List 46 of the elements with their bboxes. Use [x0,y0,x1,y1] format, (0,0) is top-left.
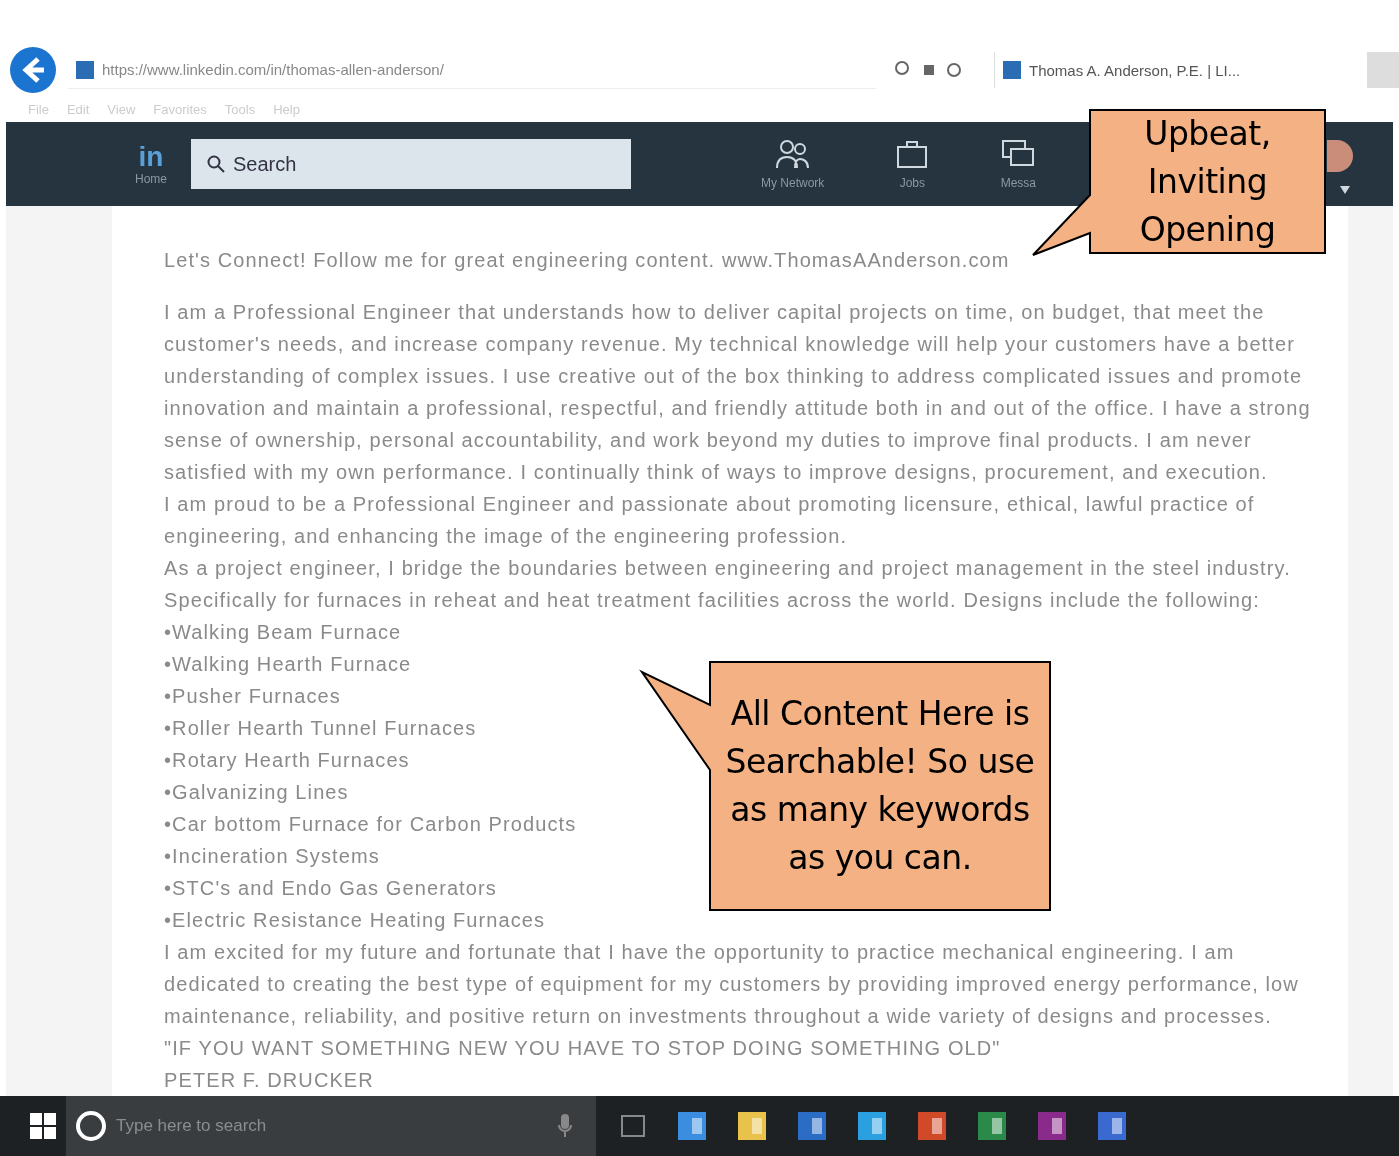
back-button[interactable] [8,45,58,95]
about-text-line: •Incineration Systems [164,844,380,869]
avatar[interactable] [1327,140,1353,172]
nav-label[interactable]: Home [135,172,167,186]
about-text-line: •Walking Hearth Furnace [164,652,412,677]
about-text-line: I am excited for my future and fortunate that I have the opportunity to practice mechanical engineering. I am [164,940,1235,965]
nav-item[interactable]: Jobs [894,138,931,190]
about-text-line: Let's Connect! Follow me for great engineering content. www.ThomasAAnderson.com [164,248,1010,273]
search-field[interactable]: Search [191,139,631,189]
about-text-line: understanding of complex issues. I use creative out of the box thinking to address complicated issues and promote [164,364,1303,389]
taskbar-search-field[interactable]: Type here to search [66,1096,596,1156]
callout-text: Upbeat, Inviting Opening [1138,112,1277,251]
about-text-line: innovation and maintain a professional, respectful, and friendly attitude both in and out of the office. I have a strong [164,396,1311,421]
about-text-line: •Rotary Hearth Furnaces [164,748,410,773]
caret-icon[interactable] [1340,186,1350,194]
about-text-line: •Walking Beam Furnace [164,620,402,645]
microphone-icon[interactable] [558,1114,572,1138]
about-text-line: •STC's and Endo Gas Generators [164,876,497,901]
about-text-line: I am proud to be a Professional Engineer and passionate about promoting licensure, ethical, lawful practice of [164,492,1255,517]
browser-tab[interactable]: Thomas A. Anderson, P.E. | LI... [994,52,1301,88]
about-text-line: customer's needs, and increase company revenue. My technical knowledge will help your customers have a better [164,332,1295,357]
cortana-icon [74,1109,108,1143]
about-text-line: PETER F. DRUCKER [164,1068,374,1093]
address-bar[interactable]: https://www.linkedin.com/in/thomas-allen-anderson/ [68,51,876,89]
windows-start-icon[interactable] [30,1113,56,1139]
people-icon [774,138,811,170]
about-text-line: •Pusher Furnaces [164,684,341,709]
about-text-line: As a project engineer, I bridge the boundaries between engineering and project management in the steel industry. [164,556,1291,581]
search-icon [207,155,225,173]
logo[interactable]: in [138,142,164,172]
about-text-line: maintenance, reliability, and positive return on investments throughout a wide variety of designs and processes. [164,1004,1272,1029]
about-text-line: •Roller Hearth Tunnel Furnaces [164,716,477,741]
about-text-line: Specifically for furnaces in reheat and heat treatment facilities across the world. Designs include the following: [164,588,1260,613]
about-text-line: satisfied with my own performance. I continually think of ways to improve designs, procurement, and execution. [164,460,1268,485]
about-text-line: "IF YOU WANT SOMETHING NEW YOU HAVE TO STOP DOING SOMETHING OLD" [164,1036,1001,1061]
url-text: https://www.linkedin.com/in/thomas-allen-anderson/ [102,61,444,78]
callout-text: All Content Here is Searchable! So use as many keywords as you can. [724,693,1036,879]
about-text-line: dedicated to creating the best type of equipment for my customers by providing improved energy performance, low [164,972,1299,997]
about-text-line: engineering, and enhancing the image of the engineering profession. [164,524,848,549]
about-text-line: •Galvanizing Lines [164,780,349,805]
about-text-line: •Electric Resistance Heating Furnaces [164,908,546,933]
about-text-line: sense of ownership, personal accountability, and work beyond my duties to improve final products. I am never [164,428,1252,453]
nav-item[interactable]: My Network [761,138,825,190]
about-text-line: I am a Professional Engineer that understands how to deliver capital projects on time, on budget, that meet the [164,300,1265,325]
about-text-line: •Car bottom Furnace for Carbon Products [164,812,577,837]
nav-item[interactable]: Messa [1000,138,1037,190]
